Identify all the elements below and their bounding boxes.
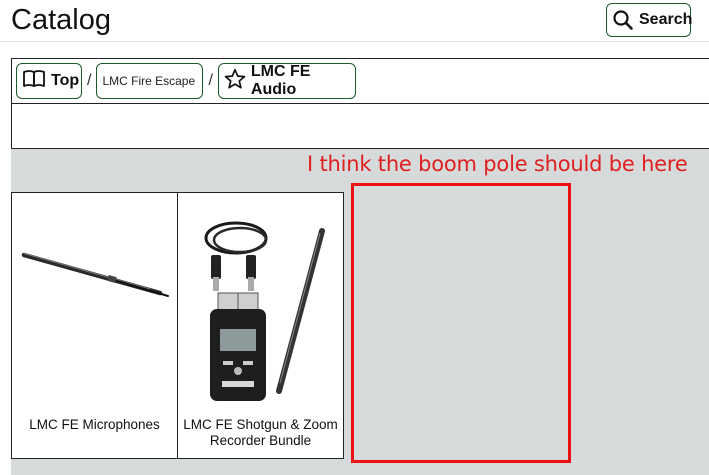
search-button[interactable]: Search (606, 3, 693, 37)
product-label: LMC FE Microphones (29, 417, 160, 432)
annotation-text: I think the boom pole should be here (307, 152, 688, 176)
recorder-bundle-image (204, 221, 325, 401)
breadcrumb-separator: / (87, 72, 92, 89)
page-title: Catalog (11, 4, 111, 36)
breadcrumb-fire-escape-label: LMC Fire Escape (102, 74, 196, 88)
description-box (11, 104, 709, 149)
header: Catalog Search (0, 0, 709, 42)
product-label: LMC FE Shotgun & Zoom Recorder Bundle (183, 417, 338, 448)
product-card-microphones[interactable]: LMC FE Microphones (11, 192, 178, 459)
breadcrumb-separator: / (208, 72, 213, 89)
shotgun-microphone-image (21, 252, 169, 297)
breadcrumb-top-label: Top (51, 72, 80, 89)
search-icon (612, 9, 634, 31)
star-icon (224, 68, 246, 95)
book-icon (22, 69, 46, 94)
breadcrumb-audio-label: LMC FE Audio (250, 63, 311, 98)
product-card-shotgun-zoom-bundle[interactable]: LMC FE Shotgun & Zoom Recorder Bundle (177, 192, 344, 459)
breadcrumb-lmc-fe-audio[interactable]: LMC FE Audio (217, 63, 356, 99)
breadcrumb: Top / LMC Fire Escape / LMC FE Audio (11, 58, 709, 104)
annotation-highlight-box (351, 183, 571, 463)
breadcrumb-lmc-fire-escape[interactable]: LMC Fire Escape (96, 63, 204, 99)
search-button-label: Search (639, 11, 693, 28)
breadcrumb-top[interactable]: Top (16, 63, 82, 99)
